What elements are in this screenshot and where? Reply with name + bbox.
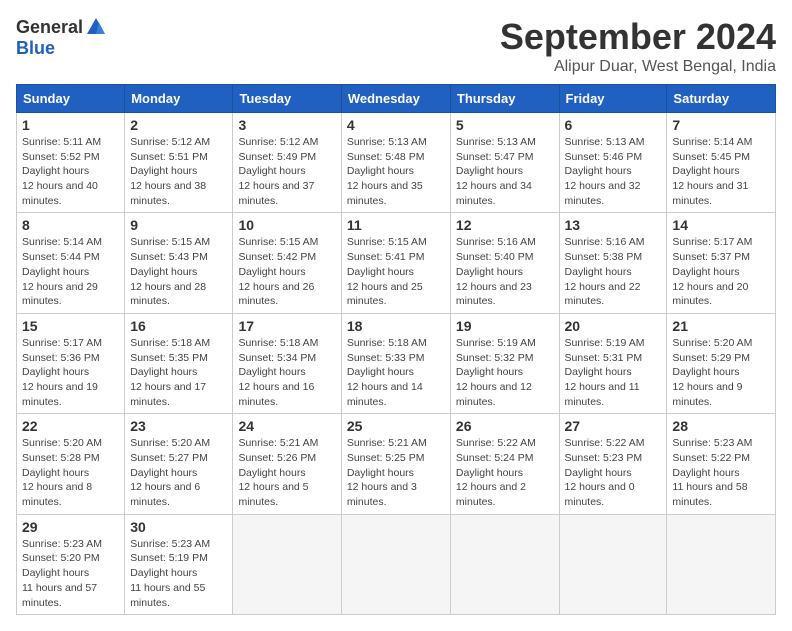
day-info: Sunrise: 5:12 AM Sunset: 5:51 PM Dayligh… [130, 135, 227, 208]
title-area: September 2024 Alipur Duar, West Bengal,… [500, 16, 776, 76]
day-number: 15 [22, 318, 119, 334]
day-info: Sunrise: 5:23 AM Sunset: 5:20 PM Dayligh… [22, 537, 119, 610]
day-number: 24 [238, 418, 335, 434]
col-tuesday: Tuesday [233, 85, 341, 113]
day-number: 3 [238, 117, 335, 133]
day-info: Sunrise: 5:17 AM Sunset: 5:36 PM Dayligh… [22, 336, 119, 409]
day-number: 28 [672, 418, 770, 434]
day-number: 29 [22, 519, 119, 535]
table-row: 1 Sunrise: 5:11 AM Sunset: 5:52 PM Dayli… [17, 113, 776, 213]
day-info: Sunrise: 5:11 AM Sunset: 5:52 PM Dayligh… [22, 135, 119, 208]
day-number: 27 [565, 418, 662, 434]
day-number: 11 [347, 217, 445, 233]
day-number: 22 [22, 418, 119, 434]
day-number: 21 [672, 318, 770, 334]
logo-icon [85, 16, 107, 38]
day-info: Sunrise: 5:12 AM Sunset: 5:49 PM Dayligh… [238, 135, 335, 208]
day-number: 12 [456, 217, 554, 233]
day-info: Sunrise: 5:19 AM Sunset: 5:31 PM Dayligh… [565, 336, 662, 409]
day-info: Sunrise: 5:22 AM Sunset: 5:23 PM Dayligh… [565, 436, 662, 509]
location-subtitle: Alipur Duar, West Bengal, India [500, 58, 776, 76]
day-number: 20 [565, 318, 662, 334]
table-row: 22 Sunrise: 5:20 AM Sunset: 5:28 PM Dayl… [17, 414, 776, 514]
month-title: September 2024 [500, 16, 776, 58]
day-info: Sunrise: 5:21 AM Sunset: 5:26 PM Dayligh… [238, 436, 335, 509]
day-number: 16 [130, 318, 227, 334]
day-info: Sunrise: 5:23 AM Sunset: 5:22 PM Dayligh… [672, 436, 770, 509]
day-number: 5 [456, 117, 554, 133]
col-monday: Monday [125, 85, 233, 113]
day-info: Sunrise: 5:18 AM Sunset: 5:35 PM Dayligh… [130, 336, 227, 409]
col-wednesday: Wednesday [341, 85, 450, 113]
day-info: Sunrise: 5:13 AM Sunset: 5:47 PM Dayligh… [456, 135, 554, 208]
day-info: Sunrise: 5:16 AM Sunset: 5:40 PM Dayligh… [456, 235, 554, 308]
day-info: Sunrise: 5:15 AM Sunset: 5:43 PM Dayligh… [130, 235, 227, 308]
header: General Blue September 2024 Alipur Duar,… [16, 16, 776, 76]
logo-blue-text: Blue [16, 38, 55, 59]
col-sunday: Sunday [17, 85, 125, 113]
day-info: Sunrise: 5:16 AM Sunset: 5:38 PM Dayligh… [565, 235, 662, 308]
day-info: Sunrise: 5:17 AM Sunset: 5:37 PM Dayligh… [672, 235, 770, 308]
day-info: Sunrise: 5:20 AM Sunset: 5:29 PM Dayligh… [672, 336, 770, 409]
day-info: Sunrise: 5:14 AM Sunset: 5:44 PM Dayligh… [22, 235, 119, 308]
logo-general-text: General [16, 17, 83, 38]
day-number: 10 [238, 217, 335, 233]
day-number: 2 [130, 117, 227, 133]
day-number: 30 [130, 519, 227, 535]
day-number: 13 [565, 217, 662, 233]
col-friday: Friday [559, 85, 667, 113]
col-saturday: Saturday [667, 85, 776, 113]
day-info: Sunrise: 5:19 AM Sunset: 5:32 PM Dayligh… [456, 336, 554, 409]
day-number: 19 [456, 318, 554, 334]
day-info: Sunrise: 5:22 AM Sunset: 5:24 PM Dayligh… [456, 436, 554, 509]
day-number: 23 [130, 418, 227, 434]
day-info: Sunrise: 5:15 AM Sunset: 5:42 PM Dayligh… [238, 235, 335, 308]
day-number: 17 [238, 318, 335, 334]
day-number: 7 [672, 117, 770, 133]
day-number: 1 [22, 117, 119, 133]
logo: General Blue [16, 16, 107, 59]
day-info: Sunrise: 5:20 AM Sunset: 5:27 PM Dayligh… [130, 436, 227, 509]
day-info: Sunrise: 5:21 AM Sunset: 5:25 PM Dayligh… [347, 436, 445, 509]
day-number: 18 [347, 318, 445, 334]
table-row: 8 Sunrise: 5:14 AM Sunset: 5:44 PM Dayli… [17, 213, 776, 313]
day-info: Sunrise: 5:20 AM Sunset: 5:28 PM Dayligh… [22, 436, 119, 509]
day-info: Sunrise: 5:13 AM Sunset: 5:48 PM Dayligh… [347, 135, 445, 208]
day-info: Sunrise: 5:18 AM Sunset: 5:34 PM Dayligh… [238, 336, 335, 409]
day-number: 6 [565, 117, 662, 133]
col-thursday: Thursday [450, 85, 559, 113]
day-info: Sunrise: 5:14 AM Sunset: 5:45 PM Dayligh… [672, 135, 770, 208]
day-info: Sunrise: 5:23 AM Sunset: 5:19 PM Dayligh… [130, 537, 227, 610]
day-number: 26 [456, 418, 554, 434]
table-row: 15 Sunrise: 5:17 AM Sunset: 5:36 PM Dayl… [17, 313, 776, 413]
day-number: 25 [347, 418, 445, 434]
table-row: 29 Sunrise: 5:23 AM Sunset: 5:20 PM Dayl… [17, 514, 776, 614]
day-info: Sunrise: 5:15 AM Sunset: 5:41 PM Dayligh… [347, 235, 445, 308]
day-number: 14 [672, 217, 770, 233]
day-number: 4 [347, 117, 445, 133]
header-row: Sunday Monday Tuesday Wednesday Thursday… [17, 85, 776, 113]
day-info: Sunrise: 5:18 AM Sunset: 5:33 PM Dayligh… [347, 336, 445, 409]
day-number: 8 [22, 217, 119, 233]
calendar-table: Sunday Monday Tuesday Wednesday Thursday… [16, 84, 776, 615]
day-info: Sunrise: 5:13 AM Sunset: 5:46 PM Dayligh… [565, 135, 662, 208]
day-number: 9 [130, 217, 227, 233]
